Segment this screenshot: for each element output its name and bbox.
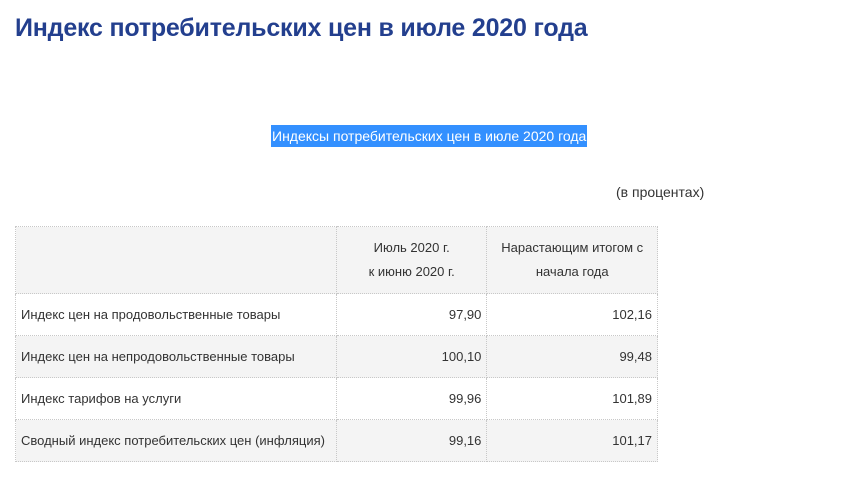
header-ytd-cell: Нарастающим итогом с начала года	[486, 226, 658, 294]
table-row: Сводный индекс потребительских цен (инфл…	[15, 419, 658, 462]
row-label: Индекс цен на продовольственные товары	[15, 293, 337, 336]
row-label: Сводный индекс потребительских цен (инфл…	[15, 419, 337, 462]
header-ytd-line1: Нарастающим итогом с	[501, 240, 644, 255]
table-header-row: Июль 2020 г. к июню 2020 г. Нарастающим …	[15, 226, 658, 294]
header-month-line1: Июль 2020 г.	[373, 240, 450, 255]
row-month-value: 99,96	[335, 377, 488, 420]
header-label-cell	[15, 226, 337, 294]
row-ytd-value: 102,16	[486, 293, 658, 336]
table-row: Индекс цен на продовольственные товары 9…	[15, 293, 658, 336]
header-month-line2: к июню 2020 г.	[368, 264, 455, 279]
row-ytd-value: 99,48	[486, 335, 658, 378]
row-month-value: 99,16	[335, 419, 488, 462]
row-month-value: 97,90	[335, 293, 488, 336]
table-row: Индекс цен на непродовольственные товары…	[15, 335, 658, 378]
cpi-table: Июль 2020 г. к июню 2020 г. Нарастающим …	[15, 226, 658, 462]
page-title: Индекс потребительских цен в июле 2020 г…	[15, 14, 588, 42]
row-ytd-value: 101,17	[486, 419, 658, 462]
row-ytd-value: 101,89	[486, 377, 658, 420]
table-caption: Индексы потребительских цен в июле 2020 …	[271, 125, 588, 147]
table-row: Индекс тарифов на услуги 99,96 101,89	[15, 377, 658, 420]
units-note: (в процентах)	[616, 184, 705, 200]
row-month-value: 100,10	[335, 335, 488, 378]
header-month-cell: Июль 2020 г. к июню 2020 г.	[335, 226, 488, 294]
header-ytd-line2: начала года	[535, 264, 609, 279]
row-label: Индекс цен на непродовольственные товары	[15, 335, 337, 378]
row-label: Индекс тарифов на услуги	[15, 377, 337, 420]
